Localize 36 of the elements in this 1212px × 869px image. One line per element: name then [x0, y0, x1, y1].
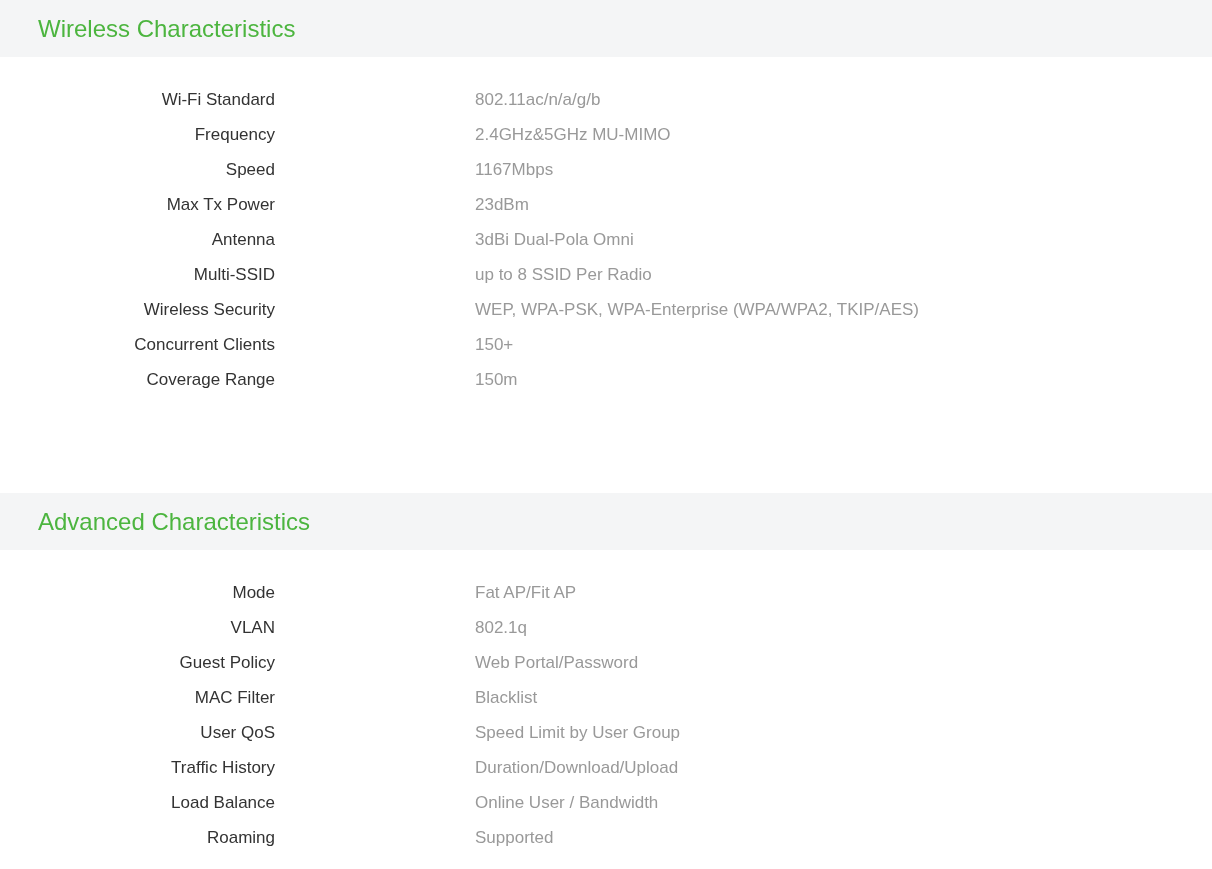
- spec-value: 150+: [475, 333, 514, 356]
- spec-value: 802.11ac/n/a/g/b: [475, 88, 601, 111]
- spec-label: Speed: [224, 158, 275, 181]
- spec-label: Concurrent Clients: [133, 333, 275, 356]
- spec-label: Load Balance: [170, 791, 275, 814]
- spec-value: Blacklist: [475, 686, 538, 709]
- spec-label: VLAN: [229, 616, 275, 639]
- spec-label: Wireless Security: [142, 298, 275, 321]
- spec-label: Wi-Fi Standard: [160, 88, 275, 111]
- spec-label: Mode: [231, 581, 275, 604]
- spec-label: Roaming: [205, 826, 275, 849]
- section-title: Advanced Characteristics: [38, 506, 311, 537]
- spec-label: MAC Filter: [193, 686, 275, 709]
- spec-label: User QoS: [199, 721, 275, 744]
- spec-value: 23dBm: [475, 193, 529, 216]
- spec-value: Web Portal/Password: [475, 651, 639, 674]
- section-title: Wireless Characteristics: [38, 13, 296, 44]
- spec-value: Fat AP/Fit AP: [475, 581, 577, 604]
- spec-label: Frequency: [193, 123, 275, 146]
- spec-value: WEP, WPA-PSK, WPA-Enterprise (WPA/WPA2, TKIP/AES): [475, 298, 919, 321]
- spec-value: Speed Limit by User Group: [475, 721, 681, 744]
- spec-value: 2.4GHz&5GHz MU-MIMO: [475, 123, 671, 146]
- spec-label: Max Tx Power: [165, 193, 275, 216]
- spec-value: Supported: [475, 826, 554, 849]
- spec-value: Duration/Download/Upload: [475, 756, 679, 779]
- spec-label: Coverage Range: [145, 368, 275, 391]
- spec-value: 150m: [475, 368, 518, 391]
- spec-label: Traffic History: [170, 756, 275, 779]
- spec-value: up to 8 SSID Per Radio: [475, 263, 652, 286]
- spec-value: Online User / Bandwidth: [475, 791, 659, 814]
- spec-value: 3dBi Dual-Pola Omni: [475, 228, 634, 251]
- spec-value: 802.1q: [475, 616, 527, 639]
- spec-label: Multi-SSID: [192, 263, 275, 286]
- spec-label: Guest Policy: [178, 651, 275, 674]
- spec-label: Antenna: [210, 228, 275, 251]
- spec-value: 1167Mbps: [475, 158, 554, 181]
